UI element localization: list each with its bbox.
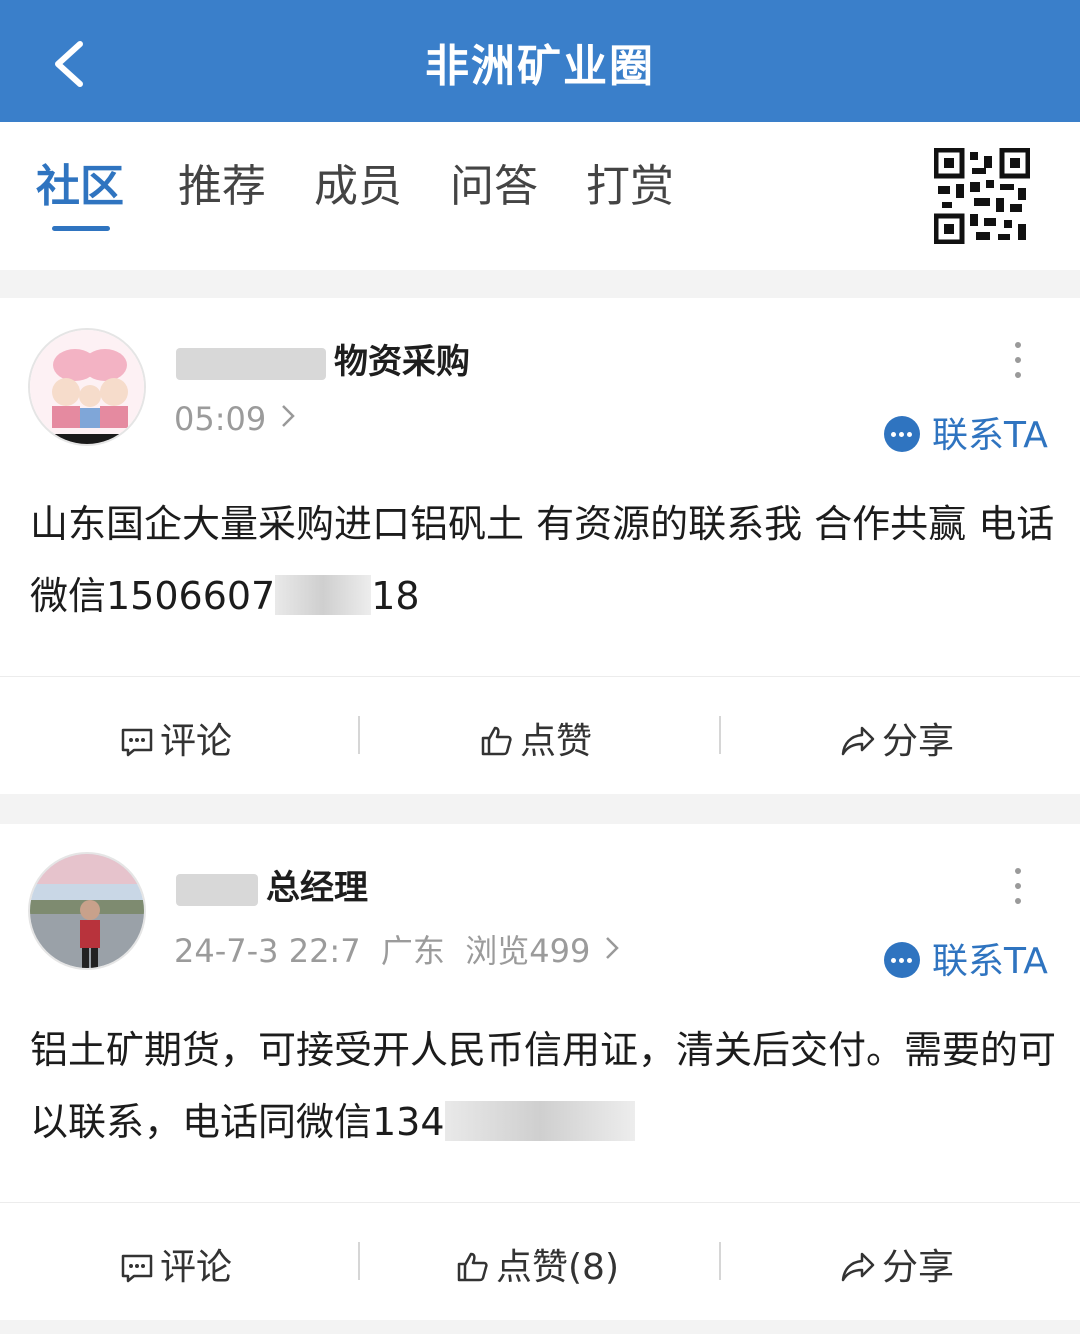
author-title: 物资采购	[334, 342, 470, 382]
post-content[interactable]: 山东国企大量采购进口铝矾土 有资源的联系我 合作共赢 电话 微信1506607 1…	[30, 488, 1060, 632]
divider	[0, 1202, 1080, 1203]
avatar-image	[30, 330, 144, 444]
tab-reward[interactable]: 打赏	[586, 150, 674, 214]
redacted-number	[275, 575, 372, 615]
thumb-up-icon	[457, 1252, 488, 1282]
comment-label: 评论	[160, 1247, 233, 1288]
like-label: 点赞(8)	[496, 1247, 619, 1288]
share-button[interactable]: 分享	[840, 1238, 954, 1290]
action-separator	[358, 1242, 360, 1280]
tab-bar: 社区 推荐 成员 问答 打赏	[0, 122, 1080, 270]
chat-bubble-icon	[884, 416, 920, 452]
author-name[interactable]: 物资采购	[176, 334, 470, 383]
author-title: 总经理	[266, 868, 368, 908]
post-meta[interactable]: 24-7-3 22:7 广东 浏览499	[174, 926, 620, 972]
page-title: 非洲矿业圈	[425, 41, 655, 92]
post-text-tail: 18	[371, 574, 420, 618]
post-time: 05:09	[174, 400, 267, 438]
chevron-right-icon	[606, 937, 620, 959]
post-time: 24-7-3 22:7 广东 浏览499	[174, 932, 591, 970]
action-separator	[719, 716, 721, 754]
contact-button[interactable]: 联系TA	[884, 406, 1048, 458]
post-card: 总经理 24-7-3 22:7 广东 浏览499 联系TA 铝土矿期货，可接受开…	[0, 824, 1080, 1320]
post-meta[interactable]: 05:09	[174, 400, 296, 438]
avatar[interactable]	[28, 328, 146, 446]
redacted-name	[176, 347, 326, 380]
action-separator	[358, 716, 360, 754]
contact-button[interactable]: 联系TA	[884, 932, 1048, 984]
comment-button[interactable]: 评论	[120, 712, 232, 764]
like-button[interactable]: 点赞(8)	[456, 1238, 619, 1290]
contact-label: 联系TA	[932, 941, 1048, 982]
author-name[interactable]: 总经理	[176, 860, 368, 909]
top-app-bar: 非洲矿业圈	[0, 0, 1080, 122]
share-label: 分享	[882, 721, 955, 762]
thumb-up-icon	[481, 726, 512, 756]
qr-code-icon[interactable]	[934, 148, 1030, 244]
chat-bubble-icon	[884, 942, 920, 978]
chevron-right-icon	[282, 405, 295, 427]
like-label: 点赞	[520, 721, 593, 762]
share-icon	[841, 726, 875, 756]
post-card: 物资采购 05:09 联系TA 山东国企大量采购进口铝矾土 有资源的联系我 合作…	[0, 298, 1080, 794]
tab-recommend[interactable]: 推荐	[178, 150, 266, 214]
post-text: 山东国企大量采购进口铝矾土 有资源的联系我 合作共赢 电话 微信1506607	[30, 502, 1055, 618]
comment-button[interactable]: 评论	[120, 1238, 232, 1290]
tab-qa[interactable]: 问答	[450, 150, 538, 214]
comment-icon	[121, 728, 153, 757]
avatar[interactable]	[28, 852, 146, 970]
share-icon	[841, 1252, 875, 1282]
like-button[interactable]: 点赞	[480, 712, 592, 764]
share-button[interactable]: 分享	[840, 712, 954, 764]
more-vert-icon[interactable]	[1006, 342, 1030, 386]
action-separator	[719, 1242, 721, 1280]
avatar-image	[30, 854, 144, 968]
redacted-number	[444, 1101, 635, 1141]
tab-community[interactable]: 社区	[36, 150, 124, 214]
comment-icon	[121, 1254, 153, 1283]
redacted-name	[176, 873, 258, 906]
active-tab-indicator	[52, 226, 110, 231]
more-vert-icon[interactable]	[1006, 868, 1030, 912]
comment-label: 评论	[160, 721, 233, 762]
share-label: 分享	[882, 1247, 955, 1288]
tab-members[interactable]: 成员	[314, 150, 402, 214]
divider	[0, 676, 1080, 677]
post-content[interactable]: 铝土矿期货，可接受开人民币信用证，清关后交付。需要的可以联系，电话同微信134	[30, 1014, 1060, 1158]
contact-label: 联系TA	[932, 415, 1048, 456]
